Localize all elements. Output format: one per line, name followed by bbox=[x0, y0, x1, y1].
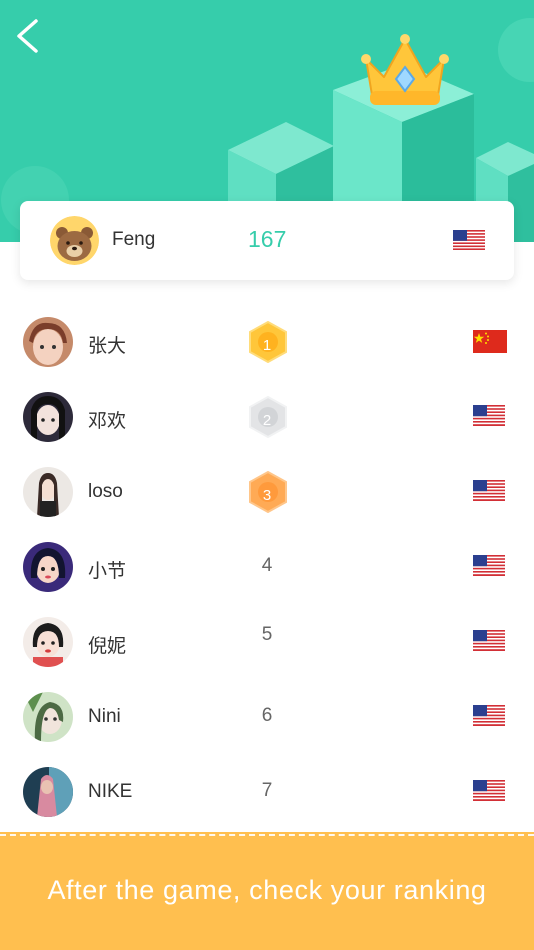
player-name: 邓欢 bbox=[88, 411, 127, 432]
player-name: 小节 bbox=[88, 561, 127, 582]
avatar bbox=[23, 767, 73, 817]
list-item[interactable]: NIKE 7 bbox=[0, 754, 534, 829]
list-item[interactable]: Nini 6 bbox=[0, 679, 534, 754]
player-name: 倪妮 bbox=[88, 636, 127, 657]
rank-number: 6 bbox=[261, 705, 273, 726]
player-name: NIKE bbox=[88, 781, 133, 802]
avatar bbox=[23, 617, 73, 667]
player-name: loso bbox=[88, 481, 123, 502]
rank-number: 2 bbox=[262, 412, 272, 429]
us-flag-icon bbox=[473, 705, 505, 731]
rank-number: 5 bbox=[261, 624, 273, 645]
rank-number: 3 bbox=[262, 487, 272, 504]
list-item[interactable]: 张大 1 bbox=[0, 304, 534, 379]
us-flag-icon bbox=[473, 780, 505, 806]
crown-icon bbox=[361, 34, 449, 105]
ranking-cta-banner[interactable]: After the game, check your ranking bbox=[0, 832, 534, 950]
player-name: 张大 bbox=[88, 336, 127, 357]
rank-number: 7 bbox=[261, 780, 273, 801]
my-name: Feng bbox=[112, 229, 156, 250]
my-rank-card: Feng 167 bbox=[20, 201, 514, 280]
rank-number: 4 bbox=[261, 555, 273, 576]
cn-flag-icon bbox=[473, 330, 507, 358]
us-flag-icon bbox=[473, 555, 505, 581]
us-flag-icon bbox=[473, 480, 505, 506]
us-flag-icon bbox=[473, 630, 505, 656]
list-item[interactable]: loso 3 bbox=[0, 454, 534, 529]
us-flag-icon bbox=[473, 405, 505, 431]
list-item[interactable]: 倪妮 5 bbox=[0, 604, 534, 679]
player-name: Nini bbox=[88, 706, 121, 727]
avatar bbox=[23, 467, 73, 517]
avatar[interactable] bbox=[50, 216, 99, 265]
cta-text: After the game, check your ranking bbox=[47, 875, 487, 905]
dashed-divider bbox=[0, 834, 534, 836]
chevron-left-icon bbox=[17, 19, 38, 53]
list-item[interactable]: 邓欢 2 bbox=[0, 379, 534, 454]
us-flag-icon bbox=[453, 230, 485, 255]
bear-avatar-icon bbox=[50, 216, 99, 265]
my-score: 167 bbox=[248, 226, 287, 252]
avatar bbox=[23, 317, 73, 367]
avatar bbox=[23, 542, 73, 592]
back-button[interactable] bbox=[14, 18, 58, 62]
avatar bbox=[23, 692, 73, 742]
avatar bbox=[23, 392, 73, 442]
rank-number: 1 bbox=[262, 337, 272, 354]
list-item[interactable]: 小节 4 bbox=[0, 529, 534, 604]
